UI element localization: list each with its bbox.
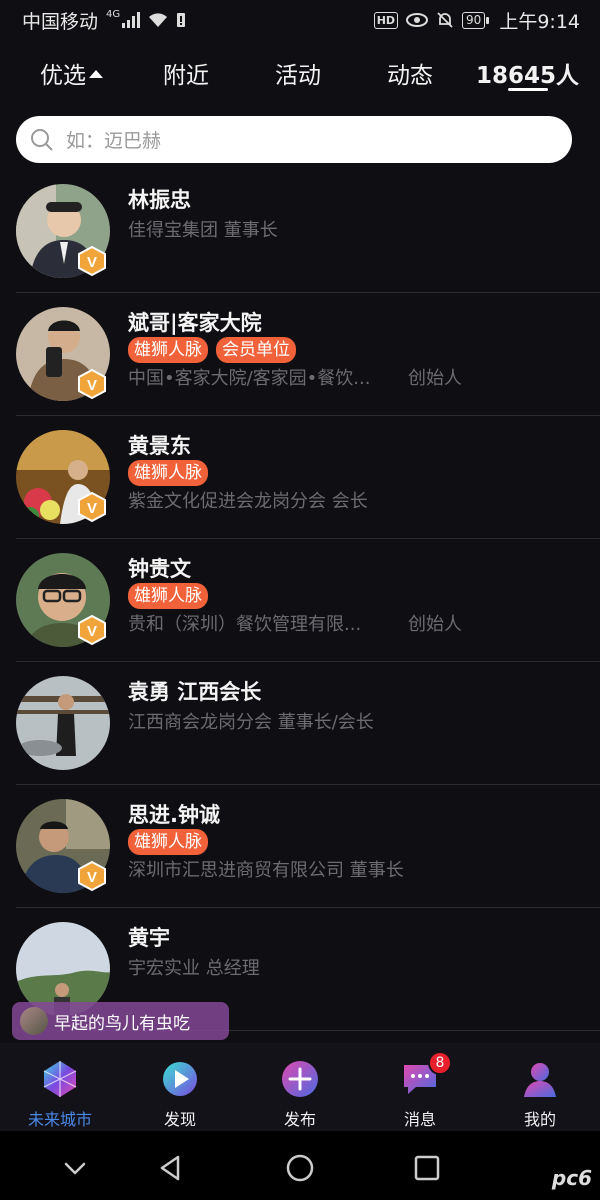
eye-icon: [406, 13, 429, 27]
message-icon: 8: [400, 1051, 452, 1099]
tag-badge: 雄狮人脉: [128, 337, 208, 363]
tab-label: 消息: [403, 1110, 436, 1129]
clock: 上午9:14: [499, 10, 580, 33]
member-desc: 江西商会龙岗分会 董事长/会长: [128, 712, 374, 733]
user-icon: [520, 1059, 560, 1099]
member-desc: 宇宏实业 总经理: [128, 958, 260, 979]
member-name: 林振忠: [128, 188, 191, 212]
list-item[interactable]: V 林振忠 佳得宝集团 董事长: [0, 170, 600, 293]
member-role: 创始人: [408, 614, 462, 635]
member-list: V 林振忠 佳得宝集团 董事长 V 斌哥|客家大院 雄狮人脉 会员单位 中国•客…: [0, 170, 600, 1031]
svg-text:V: V: [87, 377, 97, 394]
tab-members[interactable]: 18645人: [476, 56, 579, 90]
polyhedron-icon: [40, 1059, 80, 1099]
verified-v-icon: V: [76, 614, 108, 646]
caret-up-icon: [89, 69, 103, 78]
avatar: [16, 676, 110, 770]
verified-v-icon: V: [76, 860, 108, 892]
tab-nearby[interactable]: 附近: [163, 56, 209, 90]
tab-publish[interactable]: 发布: [240, 1043, 360, 1131]
member-desc: 佳得宝集团 董事长: [128, 220, 278, 241]
tab-events[interactable]: 活动: [275, 56, 321, 90]
tag-badge: 雄狮人脉: [128, 583, 208, 609]
top-nav: 优选 附近 活动 动态 18645人: [0, 42, 600, 102]
bubble-text: 早起的鸟儿有虫吃: [54, 1013, 190, 1034]
search-input[interactable]: 如：迈巴赫: [16, 116, 572, 163]
tab-profile[interactable]: 我的: [480, 1043, 600, 1131]
bottom-tab-bar: 未来城市 发现 发布 8 消息 我的: [0, 1043, 600, 1131]
home-icon[interactable]: [283, 1151, 317, 1185]
tab-label: 发布: [283, 1110, 316, 1129]
member-name: 斌哥|客家大院: [128, 311, 262, 335]
unread-count-badge: 8: [428, 1051, 452, 1075]
member-desc: 紫金文化促进会龙岗分会 会长: [128, 491, 368, 512]
svg-text:V: V: [87, 623, 97, 640]
recents-icon[interactable]: [410, 1151, 444, 1185]
battery-icon: 90: [462, 11, 490, 29]
tab-future-city[interactable]: 未来城市: [0, 1043, 120, 1131]
search-placeholder: 如：迈巴赫: [66, 130, 162, 152]
list-item[interactable]: V 黄景东 雄狮人脉 紫金文化促进会龙岗分会 会长: [0, 416, 600, 539]
member-desc: 深圳市汇思进商贸有限公司 董事长: [128, 860, 404, 881]
carrier-label: 中国移动: [22, 10, 99, 33]
tag-badge: 雄狮人脉: [128, 829, 208, 855]
tab-label: 我的: [523, 1110, 556, 1129]
svg-text:V: V: [87, 500, 97, 517]
plus-icon: [280, 1059, 320, 1099]
active-tab-indicator: [508, 88, 548, 91]
verified-v-icon: V: [76, 245, 108, 277]
tag-group: 雄狮人脉: [128, 829, 208, 855]
member-name: 袁勇 江西会长: [128, 680, 262, 704]
tab-discover[interactable]: 发现: [120, 1043, 240, 1131]
bubble-avatar: [20, 1007, 48, 1035]
tab-featured[interactable]: 优选: [40, 56, 103, 90]
tag-group: 雄狮人脉 会员单位: [128, 337, 296, 363]
member-name: 钟贵文: [128, 557, 191, 581]
member-name: 思进.钟诚: [128, 803, 220, 827]
tab-label: 未来城市: [27, 1110, 92, 1129]
watermark-logo: pc6: [551, 1166, 592, 1190]
svg-text:V: V: [87, 254, 97, 271]
sim-alert-icon: [176, 12, 186, 28]
member-desc: 中国•客家大院/客家园•餐饮...: [128, 368, 371, 389]
member-role: 创始人: [408, 368, 462, 389]
mute-bell-icon: [436, 11, 454, 29]
system-nav-bar: [0, 1131, 600, 1200]
search-icon: [30, 128, 54, 152]
network-type-icon: 4G: [106, 8, 121, 20]
hd-icon: HD: [373, 11, 399, 29]
tag-badge: 雄狮人脉: [128, 460, 208, 486]
status-bar: 中国移动 4G HD 90 上午9:14: [0, 0, 600, 40]
tag-group: 雄狮人脉: [128, 583, 208, 609]
tab-label: 发现: [163, 1110, 196, 1129]
tag-group: 雄狮人脉: [128, 460, 208, 486]
tag-badge: 会员单位: [216, 337, 296, 363]
play-icon: [160, 1059, 200, 1099]
list-item[interactable]: V 钟贵文 雄狮人脉 贵和（深圳）餐饮管理有限... 创始人: [0, 539, 600, 662]
member-desc: 贵和（深圳）餐饮管理有限...: [128, 614, 362, 635]
verified-v-icon: V: [76, 368, 108, 400]
wifi-icon: [148, 12, 168, 28]
tab-moments[interactable]: 动态: [387, 56, 433, 90]
member-name: 黄宇: [128, 926, 170, 950]
list-item[interactable]: V 斌哥|客家大院 雄狮人脉 会员单位 中国•客家大院/客家园•餐饮... 创始…: [0, 293, 600, 416]
tab-featured-label: 优选: [40, 63, 86, 89]
verified-v-icon: V: [76, 491, 108, 523]
member-name: 黄景东: [128, 434, 191, 458]
svg-text:V: V: [87, 869, 97, 886]
chevron-down-icon[interactable]: [58, 1151, 92, 1185]
list-item[interactable]: V 思进.钟诚 雄狮人脉 深圳市汇思进商贸有限公司 董事长: [0, 785, 600, 908]
signal-icon: [122, 12, 141, 28]
activity-bubble[interactable]: 早起的鸟儿有虫吃: [12, 1002, 229, 1040]
list-item[interactable]: 袁勇 江西会长 江西商会龙岗分会 董事长/会长: [0, 662, 600, 785]
back-icon[interactable]: [154, 1151, 188, 1185]
tab-messages[interactable]: 8 消息: [360, 1043, 480, 1131]
